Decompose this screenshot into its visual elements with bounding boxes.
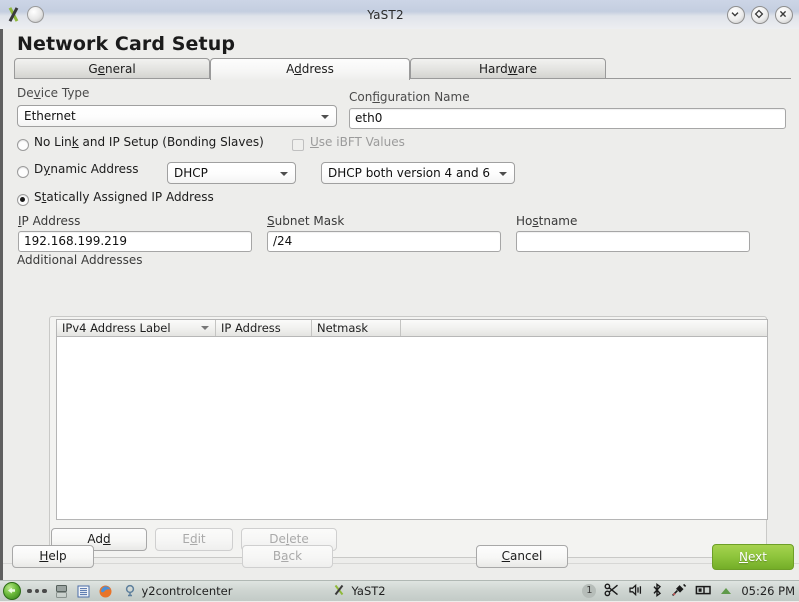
- minimize-button[interactable]: [727, 5, 745, 24]
- taskbar-item-yast2[interactable]: YaST2: [332, 583, 386, 600]
- device-type-value: Ethernet: [24, 109, 76, 123]
- footer-separator: [3, 563, 799, 564]
- use-ibft-label: Use iBFT Values: [310, 135, 405, 149]
- taskbar: y2controlcenter YaST2 1 05:26 PM: [0, 580, 799, 601]
- radio-static-address[interactable]: [17, 194, 29, 206]
- taskbar-item-yast2-label: YaST2: [351, 584, 386, 598]
- yast-control-center-icon: [123, 583, 137, 600]
- subnet-mask-value: /24: [273, 234, 293, 248]
- next-button[interactable]: Next: [712, 544, 794, 570]
- radio-no-link-label: No Link and IP Setup (Bonding Slaves): [34, 135, 264, 149]
- table-header-row: IPv4 Address Label IP Address Netmask: [57, 320, 767, 337]
- back-button-label: Back: [272, 549, 303, 563]
- hostname-input[interactable]: [516, 231, 750, 252]
- tab-general[interactable]: General: [14, 58, 210, 78]
- window-menu-icon[interactable]: [27, 6, 44, 23]
- help-button-label: Help: [39, 549, 67, 563]
- back-button: Back: [242, 545, 333, 568]
- taskbar-item-y2controlcenter[interactable]: y2controlcenter: [123, 583, 233, 600]
- dhcp-mode-value: DHCP: [174, 166, 208, 180]
- configuration-name-input[interactable]: eth0: [349, 108, 786, 129]
- dhcp-version-value: DHCP both version 4 and 6: [328, 166, 491, 180]
- column-header-ip-address[interactable]: IP Address: [216, 320, 312, 336]
- tab-hardware[interactable]: Hardware: [410, 58, 606, 78]
- tab-address[interactable]: Address: [210, 58, 410, 80]
- cancel-button-label: Cancel: [501, 549, 543, 563]
- subnet-mask-label: Subnet Mask: [267, 214, 345, 228]
- help-button[interactable]: Help: [12, 545, 94, 568]
- dialog-body: Network Card Setup General Address Hardw…: [0, 29, 799, 580]
- device-type-select[interactable]: Ethernet: [17, 105, 337, 127]
- delete-button-label: Delete: [269, 532, 309, 546]
- page-title: Network Card Setup: [17, 33, 236, 55]
- column-header-ip-address-text: IP Address: [221, 321, 281, 335]
- firefox-icon[interactable]: [98, 584, 113, 599]
- power-plug-icon[interactable]: [671, 583, 687, 600]
- battery-icon[interactable]: [695, 583, 713, 600]
- network-disconnected-icon[interactable]: [604, 583, 620, 600]
- updates-icon[interactable]: [721, 588, 732, 594]
- column-header-ipv4-address-label-text: IPv4 Address Label: [62, 321, 171, 335]
- yast-x-icon: [5, 6, 22, 23]
- dhcp-version-select[interactable]: DHCP both version 4 and 6: [321, 162, 515, 184]
- ip-address-value: 192.168.199.219: [24, 234, 128, 248]
- dhcp-mode-select[interactable]: DHCP: [167, 162, 296, 184]
- desktop-number-indicator[interactable]: 1: [582, 584, 597, 598]
- edit-button: Edit: [155, 528, 233, 551]
- maximize-button[interactable]: [751, 5, 769, 24]
- additional-addresses-label: Additional Addresses: [17, 253, 143, 267]
- chevron-down-icon: [499, 172, 507, 176]
- tab-address-label: Address: [286, 62, 334, 76]
- start-menu-orb[interactable]: [3, 582, 21, 600]
- column-header-netmask-text: Netmask: [317, 321, 369, 335]
- sort-descending-icon: [201, 326, 209, 330]
- yast-network-card-setup-window: YaST2 Network Card Setup General Address: [0, 0, 799, 601]
- titlebar-left-controls: [0, 6, 44, 23]
- window-titlebar: YaST2: [0, 0, 799, 30]
- additional-addresses-table[interactable]: IPv4 Address Label IP Address Netmask: [56, 319, 768, 520]
- clock[interactable]: 05:26 PM: [741, 584, 795, 598]
- volume-icon[interactable]: [628, 583, 643, 600]
- next-button-label: Next: [739, 550, 767, 564]
- radio-dynamic-address-label: Dynamic Address: [34, 162, 139, 176]
- column-header-netmask[interactable]: Netmask: [312, 320, 401, 336]
- titlebar-window-controls: [727, 5, 799, 24]
- tab-bar: General Address Hardware: [14, 58, 791, 80]
- ip-address-label: IP Address: [18, 214, 81, 228]
- edit-button-label: Edit: [182, 532, 206, 546]
- radio-dynamic-address[interactable]: [17, 166, 29, 178]
- window-title: YaST2: [367, 7, 404, 22]
- use-ibft-checkbox: [292, 139, 304, 151]
- chevron-down-icon: [321, 115, 329, 119]
- taskbar-item-y2controlcenter-label: y2controlcenter: [141, 584, 233, 598]
- ip-address-input[interactable]: 192.168.199.219: [18, 231, 252, 252]
- file-manager-icon[interactable]: [76, 584, 91, 599]
- configuration-name-value: eth0: [355, 111, 383, 125]
- show-desktop-icon[interactable]: [54, 584, 69, 599]
- tab-hardware-label: Hardware: [479, 62, 537, 76]
- radio-static-address-label: Statically Assigned IP Address: [34, 190, 214, 204]
- radio-no-link[interactable]: [17, 139, 29, 151]
- configuration-name-label: Configuration Name: [349, 90, 470, 104]
- add-button-label: Add: [87, 532, 111, 546]
- hostname-label: Hostname: [516, 214, 578, 228]
- yast-x-icon: [332, 583, 346, 600]
- system-tray: 1 05:26 PM: [582, 581, 795, 601]
- bluetooth-icon[interactable]: [651, 582, 663, 600]
- cancel-button[interactable]: Cancel: [476, 545, 568, 568]
- device-type-label: Device Type: [17, 86, 90, 100]
- tab-general-label: General: [88, 62, 136, 76]
- application-grid-icon[interactable]: [27, 588, 47, 594]
- subnet-mask-input[interactable]: /24: [267, 231, 501, 252]
- column-header-ipv4-address-label[interactable]: IPv4 Address Label: [57, 320, 216, 336]
- close-button[interactable]: [775, 5, 793, 24]
- chevron-down-icon: [280, 172, 288, 176]
